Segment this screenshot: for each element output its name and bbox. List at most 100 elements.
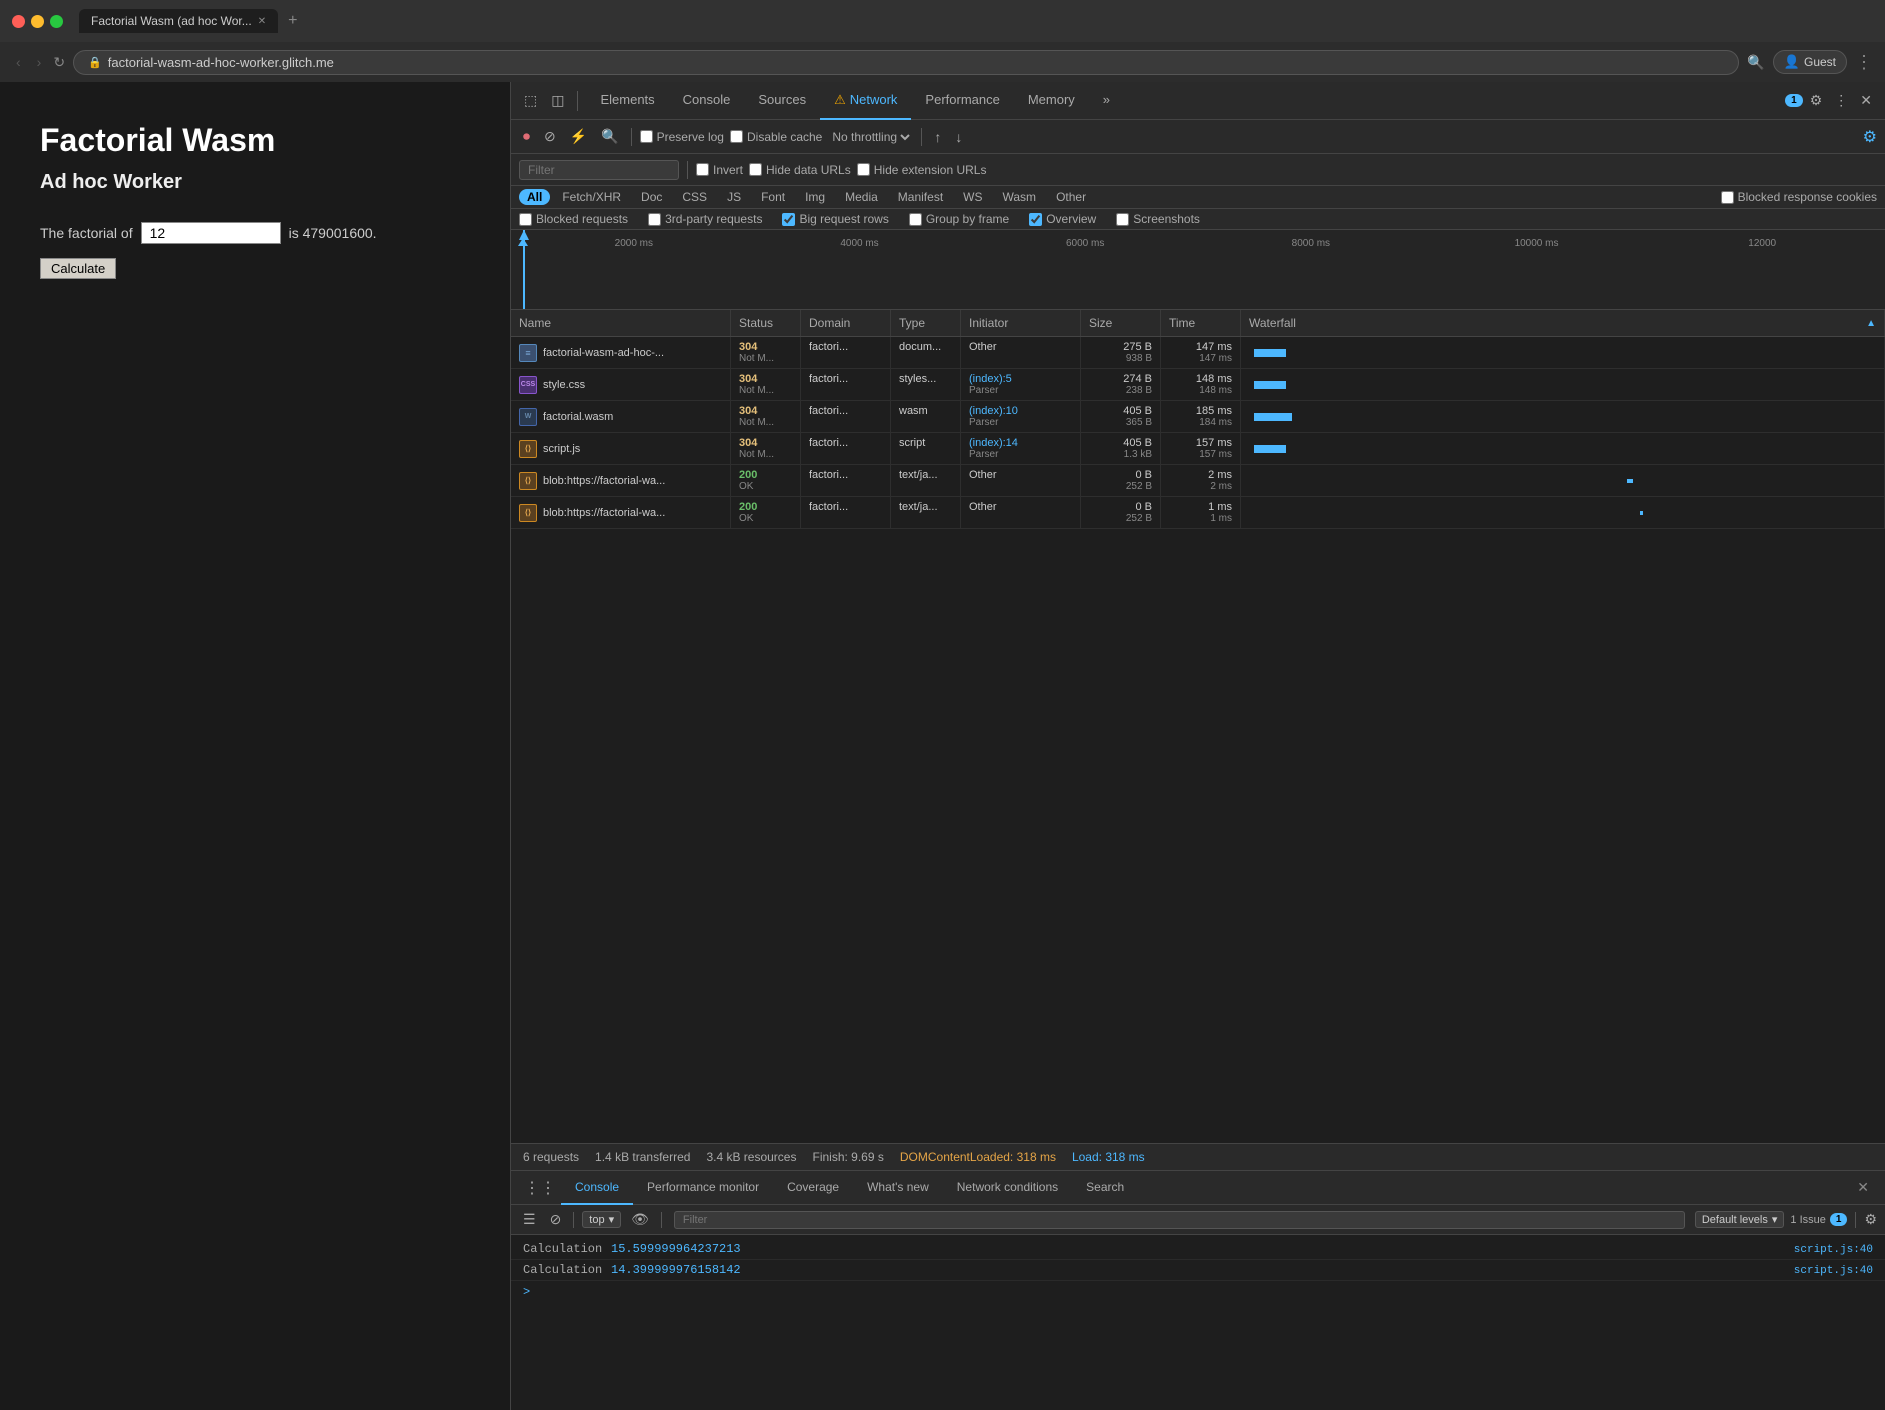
search-network-icon[interactable]: 🔍 xyxy=(597,126,622,147)
tab-search[interactable]: Search xyxy=(1072,1171,1138,1205)
guest-button[interactable]: 👤 Guest xyxy=(1773,50,1847,74)
issues-indicator[interactable]: 1 Issue 1 xyxy=(1790,1213,1847,1226)
type-btn-ws[interactable]: WS xyxy=(955,189,990,205)
col-type[interactable]: Type xyxy=(891,310,961,336)
network-import-icon[interactable]: ↓ xyxy=(951,127,966,147)
invert-checkbox[interactable] xyxy=(696,163,709,176)
hide-data-checkbox[interactable] xyxy=(749,163,762,176)
type-btn-other[interactable]: Other xyxy=(1048,189,1094,205)
record-stop-icon[interactable]: ⏺ xyxy=(519,126,534,147)
type-btn-js[interactable]: JS xyxy=(719,189,749,205)
table-row[interactable]: ⟨⟩ script.js 304 Not M... factori... scr… xyxy=(511,433,1885,465)
tab-perf-monitor[interactable]: Performance monitor xyxy=(633,1171,773,1205)
log-levels-selector[interactable]: Default levels ▾ xyxy=(1695,1211,1785,1228)
tab-more[interactable]: » xyxy=(1089,82,1124,120)
hide-data-check[interactable]: Hide data URLs xyxy=(749,163,851,177)
big-rows-check[interactable]: Big request rows xyxy=(782,212,888,226)
factorial-input[interactable] xyxy=(141,222,281,244)
disable-cache-checkbox[interactable] xyxy=(730,130,743,143)
minimize-traffic-light[interactable] xyxy=(31,15,44,28)
tab-console-bottom[interactable]: Console xyxy=(561,1171,633,1205)
type-btn-doc[interactable]: Doc xyxy=(633,189,670,205)
network-settings-icon[interactable]: ⚙ xyxy=(1863,127,1877,147)
console-source-2[interactable]: script.js:40 xyxy=(1794,1265,1873,1277)
devtools-close-icon[interactable]: ✕ xyxy=(1855,88,1877,113)
third-party-check[interactable]: 3rd-party requests xyxy=(648,212,762,226)
url-bar[interactable]: 🔒 factorial-wasm-ad-hoc-worker.glitch.me xyxy=(73,50,1739,75)
table-row[interactable]: ≡ factorial-wasm-ad-hoc-... 304 Not M...… xyxy=(511,337,1885,369)
tab-close-icon[interactable]: ✕ xyxy=(258,16,266,27)
col-time[interactable]: Time xyxy=(1161,310,1241,336)
browser-more-button[interactable]: ⋮ xyxy=(1855,52,1873,73)
type-btn-manifest[interactable]: Manifest xyxy=(890,189,951,205)
table-row[interactable]: CSS style.css 304 Not M... factori... st… xyxy=(511,369,1885,401)
refresh-button[interactable]: ↻ xyxy=(53,54,65,71)
console-filter-input[interactable] xyxy=(674,1211,1685,1229)
clear-log-icon[interactable]: ⊘ xyxy=(540,126,560,147)
group-by-frame-check[interactable]: Group by frame xyxy=(909,212,1009,226)
console-panel-close[interactable]: ✕ xyxy=(1849,1175,1877,1200)
console-eye-icon[interactable]: 👁 xyxy=(627,1209,653,1230)
preserve-log-check[interactable]: Preserve log xyxy=(640,130,724,144)
col-name[interactable]: Name xyxy=(511,310,731,336)
col-size[interactable]: Size xyxy=(1081,310,1161,336)
network-export-icon[interactable]: ↑ xyxy=(930,127,945,147)
blocked-requests-checkbox[interactable] xyxy=(519,213,532,226)
table-row[interactable]: ⟨⟩ blob:https://factorial-wa... 200 OK f… xyxy=(511,465,1885,497)
hide-ext-check[interactable]: Hide extension URLs xyxy=(857,163,987,177)
calculate-button[interactable]: Calculate xyxy=(40,258,116,279)
filter-icon[interactable]: ⚡ xyxy=(566,126,591,147)
overview-check[interactable]: Overview xyxy=(1029,212,1096,226)
console-sidebar-icon[interactable]: ☰ xyxy=(519,1209,540,1230)
hide-ext-checkbox[interactable] xyxy=(857,163,870,176)
tab-sources[interactable]: Sources xyxy=(744,82,820,120)
tab-memory[interactable]: Memory xyxy=(1014,82,1089,120)
fullscreen-traffic-light[interactable] xyxy=(50,15,63,28)
table-row[interactable]: W factorial.wasm 304 Not M... factori...… xyxy=(511,401,1885,433)
tab-network-conditions[interactable]: Network conditions xyxy=(943,1171,1072,1205)
disable-cache-check[interactable]: Disable cache xyxy=(730,130,822,144)
zoom-button[interactable]: 🔍 xyxy=(1747,54,1764,71)
preserve-log-checkbox[interactable] xyxy=(640,130,653,143)
tab-network[interactable]: ⚠ Network xyxy=(820,82,911,120)
devtools-settings-icon[interactable]: ⚙ xyxy=(1805,88,1828,113)
big-rows-checkbox[interactable] xyxy=(782,213,795,226)
filter-input[interactable] xyxy=(519,160,679,180)
device-toggle-icon[interactable]: ◫ xyxy=(546,88,569,113)
new-tab-button[interactable]: + xyxy=(282,10,303,32)
console-drag-icon[interactable]: ⋮⋮ xyxy=(519,1174,561,1202)
blocked-cookies-checkbox[interactable] xyxy=(1721,191,1734,204)
type-btn-wasm[interactable]: Wasm xyxy=(995,189,1045,205)
group-by-frame-checkbox[interactable] xyxy=(909,213,922,226)
context-selector[interactable]: top ▾ xyxy=(582,1211,621,1228)
issues-badge[interactable]: 1 xyxy=(1785,94,1803,107)
console-settings-icon[interactable]: ⚙ xyxy=(1864,1211,1877,1228)
devtools-more-icon[interactable]: ⋮ xyxy=(1829,88,1853,113)
browser-tab[interactable]: Factorial Wasm (ad hoc Wor... ✕ xyxy=(79,9,278,33)
tab-elements[interactable]: Elements xyxy=(586,82,668,120)
type-btn-img[interactable]: Img xyxy=(797,189,833,205)
col-domain[interactable]: Domain xyxy=(801,310,891,336)
type-btn-all[interactable]: All xyxy=(519,189,550,205)
col-status[interactable]: Status xyxy=(731,310,801,336)
type-btn-css[interactable]: CSS xyxy=(674,189,715,205)
tab-whats-new[interactable]: What's new xyxy=(853,1171,943,1205)
type-btn-font[interactable]: Font xyxy=(753,189,793,205)
overview-checkbox[interactable] xyxy=(1029,213,1042,226)
console-clear-icon[interactable]: ⊘ xyxy=(546,1209,566,1230)
close-traffic-light[interactable] xyxy=(12,15,25,28)
tab-console[interactable]: Console xyxy=(669,82,745,120)
invert-check[interactable]: Invert xyxy=(696,163,743,177)
col-waterfall[interactable]: Waterfall ▲ xyxy=(1241,310,1885,336)
third-party-checkbox[interactable] xyxy=(648,213,661,226)
console-source-1[interactable]: script.js:40 xyxy=(1794,1244,1873,1256)
back-button[interactable]: ‹ xyxy=(12,52,25,72)
blocked-cookies-check[interactable]: Blocked response cookies xyxy=(1721,190,1877,204)
type-btn-media[interactable]: Media xyxy=(837,189,886,205)
tab-performance[interactable]: Performance xyxy=(911,82,1013,120)
tab-coverage[interactable]: Coverage xyxy=(773,1171,853,1205)
network-timeline[interactable]: 2000 ms 4000 ms 6000 ms 8000 ms 10000 ms… xyxy=(511,230,1885,310)
console-content[interactable]: Calculation 15.599999964237213 script.js… xyxy=(511,1235,1885,1410)
blocked-requests-check[interactable]: Blocked requests xyxy=(519,212,628,226)
type-btn-fetch[interactable]: Fetch/XHR xyxy=(554,189,629,205)
